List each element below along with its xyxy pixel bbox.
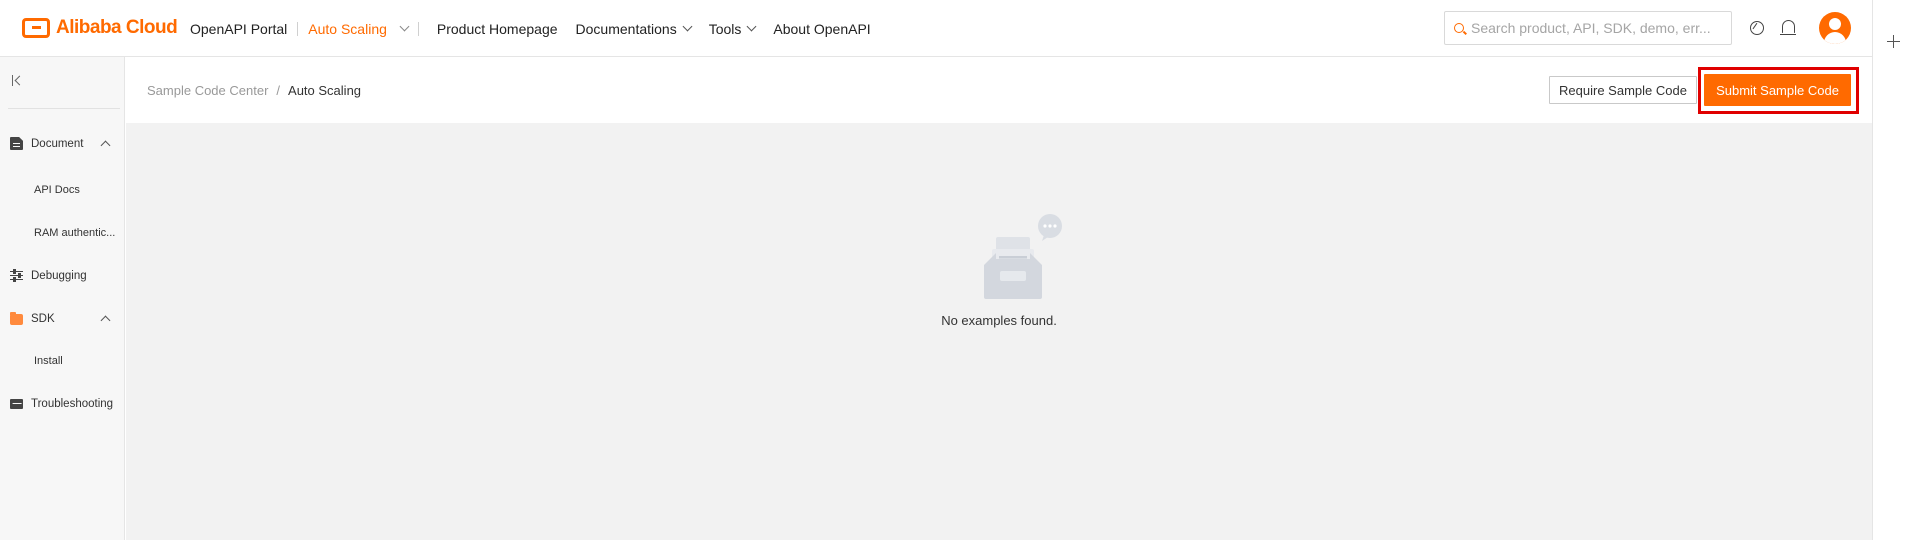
sidebar-item-install[interactable]: Install <box>34 355 63 367</box>
chevron-down-icon <box>682 21 693 32</box>
sidebar-item-label: Debugging <box>31 269 87 282</box>
avatar-body <box>1824 32 1846 44</box>
plus-icon[interactable] <box>1887 35 1900 48</box>
sidebar-item-ram-authentication[interactable]: RAM authentic... <box>34 227 115 239</box>
sidebar-item-document[interactable]: Document <box>10 137 83 150</box>
sidebar-item-label: Troubleshooting <box>31 398 114 410</box>
nav-divider <box>417 21 419 36</box>
sidebar-item-api-docs[interactable]: API Docs <box>34 184 80 196</box>
sdk-folder-icon <box>10 312 23 325</box>
nav-divider <box>297 21 299 36</box>
empty-state-message: No examples found. <box>941 313 1057 328</box>
sidebar: Document API Docs RAM authentic... Debug… <box>0 57 125 540</box>
top-navbar: Alibaba Cloud OpenAPI Portal Auto Scalin… <box>0 0 1915 57</box>
collapse-sidebar-icon[interactable] <box>12 75 25 87</box>
nav-tools[interactable]: Tools <box>708 20 757 37</box>
empty-inbox-icon <box>984 214 1062 299</box>
nav-about-openapi[interactable]: About OpenAPI <box>773 21 870 37</box>
sidebar-item-sdk[interactable]: SDK <box>10 312 55 325</box>
chevron-up-icon[interactable] <box>100 315 111 326</box>
chevron-down-icon <box>746 21 757 32</box>
document-icon <box>10 137 23 150</box>
sidebar-divider <box>8 108 120 109</box>
globe-icon[interactable] <box>1750 21 1764 35</box>
nav-documentations-label: Documentations <box>575 20 677 37</box>
troubleshooting-icon <box>10 399 23 409</box>
debugging-icon <box>10 269 23 282</box>
sidebar-item-label: SDK <box>31 312 55 325</box>
breadcrumb-current: Auto Scaling <box>288 83 362 98</box>
avatar-head <box>1829 18 1841 30</box>
right-tool-strip <box>1872 0 1915 540</box>
alibaba-cloud-logo[interactable]: Alibaba Cloud <box>22 16 178 40</box>
main-content: No examples found. <box>126 123 1872 540</box>
nav-product-selector[interactable]: Auto Scaling <box>308 20 410 37</box>
logo-text: Alibaba Cloud <box>56 17 178 38</box>
submit-sample-code-button[interactable]: Submit Sample Code <box>1704 74 1851 106</box>
nav-documentations[interactable]: Documentations <box>575 20 693 37</box>
nav-openapi-portal[interactable]: OpenAPI Portal <box>190 21 287 37</box>
nav-tools-label: Tools <box>708 20 742 37</box>
breadcrumb: Sample Code Center / Auto Scaling <box>147 83 361 98</box>
bell-icon[interactable] <box>1780 20 1796 35</box>
logo-mark-icon <box>22 18 50 38</box>
main-nav: OpenAPI Portal Auto Scaling Product Home… <box>190 0 871 57</box>
breadcrumb-sample-code-center[interactable]: Sample Code Center <box>147 83 268 98</box>
sidebar-item-debugging[interactable]: Debugging <box>10 269 87 282</box>
search-box[interactable] <box>1444 11 1732 45</box>
nav-product-label: Auto Scaling <box>308 20 387 37</box>
breadcrumb-separator: / <box>276 83 281 98</box>
search-icon <box>1454 23 1464 33</box>
page-header: Sample Code Center / Auto Scaling Requir… <box>126 57 1872 123</box>
sidebar-item-label: Document <box>31 137 84 150</box>
require-sample-code-button[interactable]: Require Sample Code <box>1549 76 1697 104</box>
chevron-up-icon[interactable] <box>100 140 111 151</box>
nav-product-homepage[interactable]: Product Homepage <box>437 21 558 37</box>
avatar[interactable] <box>1819 12 1851 44</box>
search-input[interactable] <box>1471 20 1711 36</box>
chevron-down-icon <box>399 21 410 32</box>
sidebar-item-troubleshooting[interactable]: Troubleshooting <box>10 398 113 410</box>
